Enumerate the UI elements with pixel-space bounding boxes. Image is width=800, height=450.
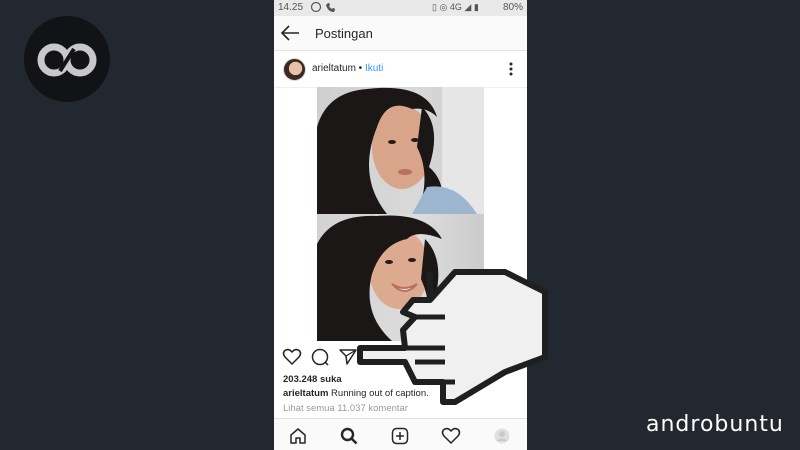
post-image[interactable]	[317, 87, 484, 214]
app-bar: Postingan	[274, 16, 527, 51]
search-icon[interactable]	[339, 426, 359, 446]
status-bar: 14.25 ▯ ◎ 4G ◢ ▮ 80%	[274, 0, 527, 16]
swipe-hand-icon	[357, 269, 548, 405]
profile-icon[interactable]	[492, 426, 512, 446]
notification-icons	[310, 1, 339, 16]
page-title: Postingan	[315, 26, 373, 41]
home-icon[interactable]	[288, 426, 308, 446]
network-type: 4G	[449, 2, 462, 12]
battery-icon: ▮	[473, 2, 479, 12]
vibrate-icon: ▯	[432, 2, 437, 12]
more-options-icon[interactable]	[509, 62, 513, 76]
signal-icons: ▯ ◎ 4G ◢ ▮	[432, 2, 479, 13]
hotspot-icon: ◎	[439, 2, 448, 12]
brand-wordmark: androbuntu	[646, 412, 784, 437]
avatar[interactable]	[283, 58, 306, 81]
battery-level: 80%	[502, 2, 523, 13]
separator: •	[355, 63, 365, 74]
post-author: arieltatum • Ikuti	[312, 63, 383, 74]
like-count[interactable]: 203.248 suka	[283, 374, 342, 385]
like-heart-icon[interactable]	[282, 347, 302, 367]
follow-button[interactable]: Ikuti	[365, 63, 383, 74]
caption-username[interactable]: arieltatum	[283, 388, 328, 399]
status-time: 14.25	[278, 2, 304, 13]
post-header: arieltatum • Ikuti	[274, 51, 527, 88]
comment-icon[interactable]	[310, 347, 330, 367]
signal-strength-icon: ◢	[464, 2, 472, 12]
logo-mark-icon	[37, 43, 97, 77]
back-arrow-icon[interactable]	[280, 24, 300, 42]
bottom-navigation	[274, 418, 527, 450]
add-post-icon[interactable]	[390, 426, 410, 446]
androbuntu-logo	[24, 16, 110, 102]
heart-icon[interactable]	[441, 426, 461, 446]
username-link[interactable]: arieltatum	[312, 63, 356, 74]
